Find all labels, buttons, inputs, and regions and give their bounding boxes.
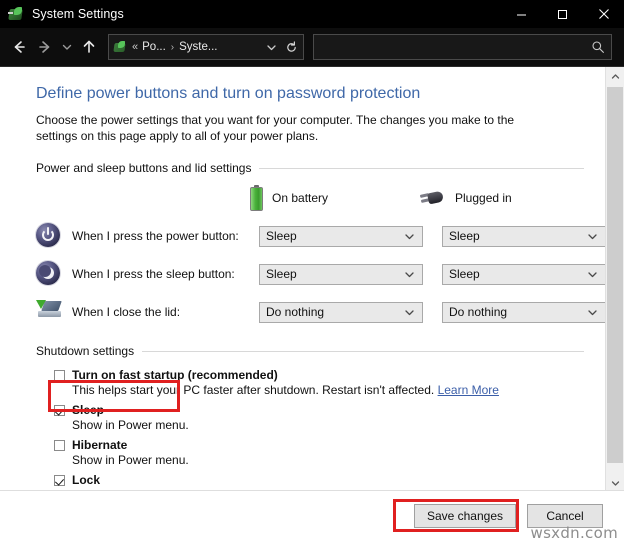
checkbox-sleep[interactable] (54, 405, 65, 416)
power-settings-icon (8, 6, 24, 22)
scroll-up-icon[interactable] (606, 67, 624, 85)
title-bar: System Settings (0, 0, 624, 28)
checkbox-label-hibernate[interactable]: Hibernate (72, 438, 127, 452)
checkbox-row-fast-startup: Turn on fast startup (recommended) This … (54, 368, 606, 397)
refresh-icon[interactable] (285, 41, 298, 54)
setting-label-sleep-button: When I press the sleep button: (72, 267, 259, 281)
dropdown-sleep-button-on-battery[interactable]: Sleep (259, 264, 423, 285)
navigation-bar: « Po... › Syste... (0, 28, 624, 67)
dropdown-sleep-button-plugged-in[interactable]: Sleep (442, 264, 606, 285)
sleep-moon-icon (36, 261, 62, 287)
breadcrumb-item-0[interactable]: Po... (142, 41, 166, 53)
dropdown-value: Sleep (449, 267, 480, 281)
up-arrow-icon[interactable] (76, 32, 102, 62)
footer-bar: Save changes Cancel wsxdn.com (0, 490, 624, 540)
chevron-down-icon[interactable] (266, 42, 277, 53)
laptop-lid-icon (36, 299, 62, 325)
column-headers: On battery Plugged in (250, 185, 606, 211)
power-section-header: Power and sleep buttons and lid settings (36, 161, 606, 175)
chevron-down-icon (587, 231, 598, 242)
dropdown-close-lid-plugged-in[interactable]: Do nothing (442, 302, 606, 323)
checkbox-label-lock[interactable]: Lock (72, 473, 100, 487)
power-section-label: Power and sleep buttons and lid settings (36, 161, 251, 175)
shutdown-options-list: Turn on fast startup (recommended) This … (0, 368, 606, 492)
battery-icon (250, 185, 263, 211)
setting-label-close-lid: When I close the lid: (72, 305, 259, 319)
back-arrow-icon[interactable] (6, 32, 32, 62)
dropdown-value: Sleep (449, 229, 480, 243)
page-description: Choose the power settings that you want … (36, 112, 551, 144)
address-power-icon (113, 40, 127, 54)
description-text: This helps start your PC faster after sh… (72, 383, 434, 397)
section-divider (259, 168, 584, 169)
forward-arrow-icon[interactable] (32, 32, 58, 62)
learn-more-link[interactable]: Learn More (438, 383, 499, 397)
setting-row-power-button: When I press the power button: Sleep Sle… (36, 223, 606, 249)
power-button-icon (36, 223, 62, 249)
dropdown-close-lid-on-battery[interactable]: Do nothing (259, 302, 423, 323)
chevron-down-icon (587, 269, 598, 280)
breadcrumb-overflow[interactable]: « (132, 41, 138, 53)
column-plugged-in: Plugged in (420, 189, 590, 207)
power-plug-icon (420, 189, 446, 207)
minimize-icon[interactable] (501, 0, 542, 28)
maximize-icon[interactable] (542, 0, 583, 28)
shutdown-section-header: Shutdown settings (36, 344, 606, 358)
checkbox-row-sleep: Sleep Show in Power menu. (54, 403, 606, 432)
save-changes-button[interactable]: Save changes (414, 504, 516, 528)
content-area: Define power buttons and turn on passwor… (0, 67, 624, 492)
breadcrumb-separator: › (171, 42, 174, 53)
chevron-down-icon (404, 269, 415, 280)
search-icon[interactable] (591, 40, 605, 54)
checkbox-description-fast-startup: This helps start your PC faster after sh… (72, 383, 606, 397)
checkbox-lock[interactable] (54, 475, 65, 486)
dropdown-power-button-on-battery[interactable]: Sleep (259, 226, 423, 247)
column-on-battery-label: On battery (272, 191, 328, 205)
setting-row-close-lid: When I close the lid: Do nothing Do noth… (36, 299, 606, 325)
checkbox-row-hibernate: Hibernate Show in Power menu. (54, 438, 606, 467)
shutdown-section-label: Shutdown settings (36, 344, 134, 358)
scrollbar-thumb[interactable] (607, 87, 623, 463)
window-controls (501, 0, 624, 28)
scrollbar-track[interactable] (606, 85, 624, 474)
dropdown-value: Do nothing (449, 305, 507, 319)
settings-pane: Define power buttons and turn on passwor… (0, 67, 606, 492)
checkbox-description-sleep: Show in Power menu. (72, 418, 606, 432)
setting-row-sleep-button: When I press the sleep button: Sleep Sle… (36, 261, 606, 287)
window-title: System Settings (32, 7, 124, 21)
chevron-down-icon (404, 231, 415, 242)
section-divider (142, 351, 584, 352)
recent-locations-icon[interactable] (58, 32, 76, 62)
chevron-down-icon (404, 307, 415, 318)
close-icon[interactable] (583, 0, 624, 28)
checkbox-hibernate[interactable] (54, 440, 65, 451)
search-box[interactable] (313, 34, 612, 60)
checkbox-label-fast-startup[interactable]: Turn on fast startup (recommended) (72, 368, 278, 382)
dropdown-value: Sleep (266, 267, 297, 281)
setting-label-power-button: When I press the power button: (72, 229, 259, 243)
column-plugged-in-label: Plugged in (455, 191, 512, 205)
column-on-battery: On battery (250, 185, 420, 211)
vertical-scrollbar[interactable] (605, 67, 624, 492)
checkbox-label-sleep[interactable]: Sleep (72, 403, 104, 417)
chevron-down-icon (587, 307, 598, 318)
breadcrumb-item-1[interactable]: Syste... (179, 41, 217, 53)
checkbox-fast-startup[interactable] (54, 370, 65, 381)
watermark: wsxdn.com (531, 524, 619, 542)
dropdown-value: Do nothing (266, 305, 324, 319)
page-title: Define power buttons and turn on passwor… (36, 85, 606, 103)
checkbox-description-hibernate: Show in Power menu. (72, 453, 606, 467)
address-bar[interactable]: « Po... › Syste... (108, 34, 304, 60)
dropdown-value: Sleep (266, 229, 297, 243)
dropdown-power-button-plugged-in[interactable]: Sleep (442, 226, 606, 247)
